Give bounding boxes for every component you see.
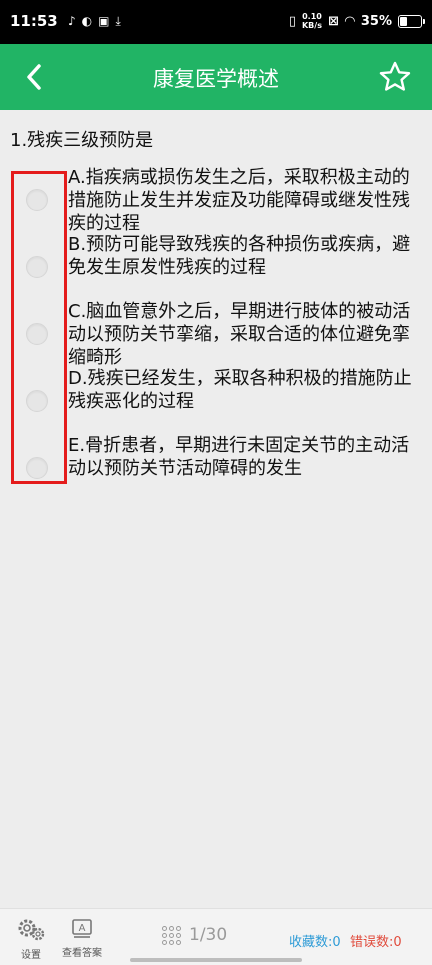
option-d-label[interactable]: D.残疾已经发生，采取各种积极的措施防止残疾恶化的过程	[68, 367, 418, 413]
battery-percent: 35%	[360, 13, 392, 29]
favorite-button[interactable]	[378, 60, 412, 94]
vibrate-icon: ▯	[288, 13, 296, 29]
tiktok-icon: ♪	[68, 14, 76, 28]
page-indicator: 1/30	[189, 925, 228, 945]
page-title: 康复医学概述	[153, 67, 279, 91]
view-answer-button[interactable]: A 查看答案	[62, 917, 102, 959]
option-e-label[interactable]: E.骨折患者，早期进行未固定关节的主动活动以预防关节活动障碍的发生	[68, 434, 418, 480]
mail-notification-icon: ▣	[98, 14, 110, 28]
gear-icon	[18, 919, 45, 941]
battery-icon	[398, 14, 425, 28]
notification-icons: ♪ ◐ ▣ ⤓	[68, 14, 121, 29]
wrong-count: 错误数:0	[350, 935, 402, 950]
question-navigator[interactable]: 1/30	[162, 925, 227, 945]
favorite-count: 收藏数:0	[289, 935, 341, 950]
answer-card-icon: A	[72, 919, 92, 938]
question-text: 1.残疾三级预防是	[10, 130, 154, 151]
settings-button[interactable]: 设置	[16, 917, 46, 961]
option-b-label[interactable]: B.预防可能导致残疾的各种损伤或疾病，避免发生原发性残疾的过程	[68, 233, 418, 279]
settings-label: 设置	[21, 950, 41, 961]
option-a-label[interactable]: A.指疾病或损伤发生之后，采取积极主动的措施防止发生并发症及功能障碍或继发性残疾…	[68, 166, 418, 235]
download-icon: ⤓	[115, 14, 121, 28]
option-c-label[interactable]: C.脑血管意外之后，早期进行肢体的被动活动以预防关节挛缩，采取合适的体位避免挛缩…	[68, 300, 418, 369]
app-notification-icon: ◐	[81, 14, 93, 28]
bottom-toolbar: 设置 A 查看答案 1/30 收藏数:0 错误数:0	[0, 908, 432, 965]
view-answer-label: 查看答案	[62, 948, 102, 959]
net-speed: 0.10 KB/s	[301, 12, 322, 30]
home-indicator[interactable]	[130, 958, 302, 962]
no-sim-icon: ⊠	[327, 13, 339, 29]
status-time: 11:53	[10, 12, 58, 30]
status-right: ▯ 0.10 KB/s ⊠ ◠ 35%	[288, 12, 425, 30]
svg-text:A: A	[79, 923, 86, 934]
radio-highlight-box	[11, 171, 67, 484]
star-outline-icon	[379, 61, 411, 91]
status-bar: 11:53 ♪ ◐ ▣ ⤓ ▯ 0.10 KB/s ⊠ ◠ 35%	[0, 0, 432, 44]
app-header: 康复医学概述	[0, 44, 432, 110]
grid-icon	[162, 925, 181, 945]
wifi-icon: ◠	[344, 13, 355, 29]
